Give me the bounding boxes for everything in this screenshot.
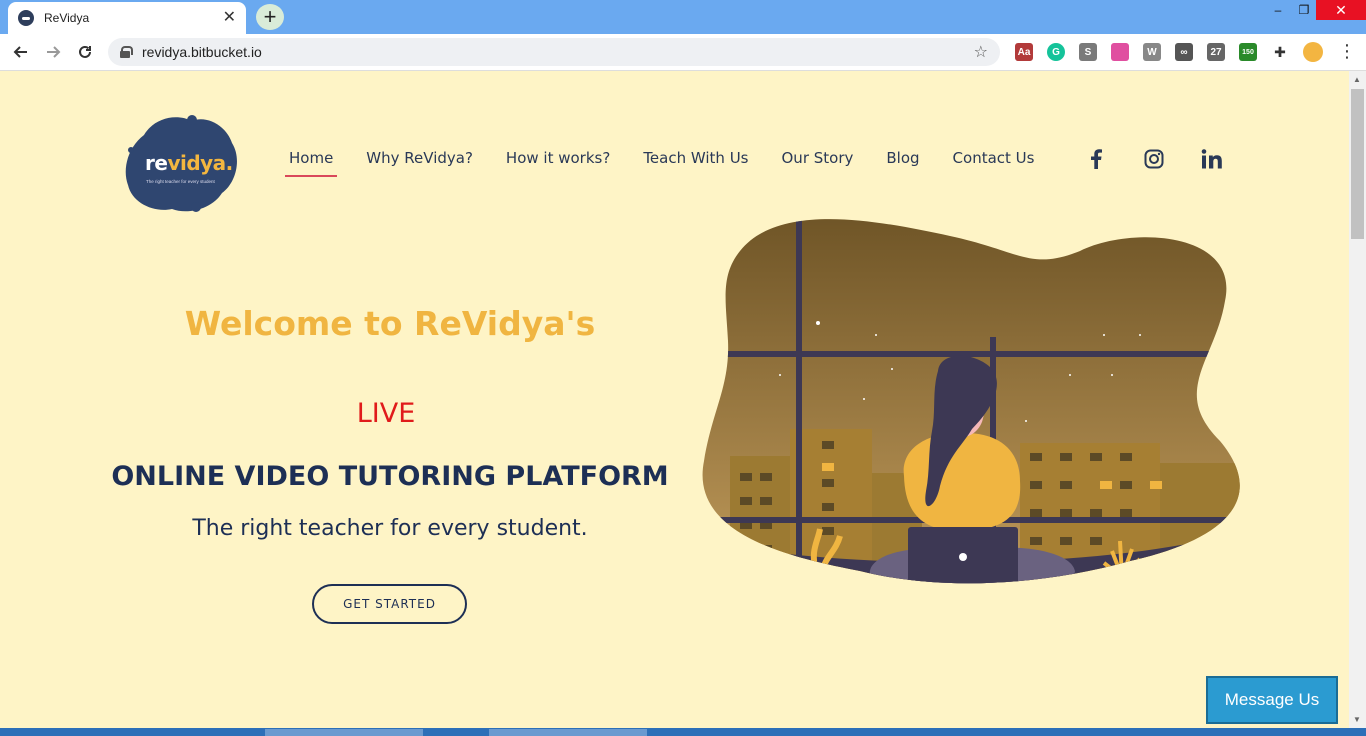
hero-platform-heading: ONLINE VIDEO TUTORING PLATFORM bbox=[111, 461, 669, 492]
taskbar-item[interactable] bbox=[265, 729, 423, 736]
scrollbar-thumb[interactable] bbox=[1351, 89, 1364, 239]
tab-title: ReVidya bbox=[44, 11, 90, 25]
message-us-button[interactable]: Message Us bbox=[1206, 676, 1338, 724]
browser-tab-revidya[interactable]: ReVidya ✕ bbox=[8, 2, 246, 34]
logo-word-vidya: vidya. bbox=[167, 151, 233, 175]
logo-tagline: The right teacher for every student bbox=[146, 179, 215, 184]
nav-contact-us[interactable]: Contact Us bbox=[953, 149, 1035, 173]
scroll-down-arrow-icon[interactable]: ▼ bbox=[1353, 715, 1361, 724]
nav-how-it-works[interactable]: How it works? bbox=[506, 149, 610, 173]
main-navigation: Home Why ReVidya? How it works? Teach Wi… bbox=[284, 149, 1067, 177]
linkedin-icon[interactable] bbox=[1200, 147, 1224, 171]
nav-home[interactable]: Home bbox=[284, 149, 338, 177]
hero-subtitle: The right teacher for every student. bbox=[192, 516, 588, 541]
get-started-button[interactable]: GET STARTED bbox=[312, 584, 467, 624]
back-arrow-icon[interactable] bbox=[8, 40, 34, 64]
new-tab-button[interactable]: + bbox=[256, 4, 284, 30]
url-text[interactable]: revidya.bitbucket.io bbox=[142, 44, 974, 60]
nav-teach-with-us[interactable]: Teach With Us bbox=[643, 149, 748, 173]
logo-word-re: re bbox=[145, 151, 168, 175]
browser-titlebar: ReVidya ✕ + – ❐ ✕ bbox=[0, 0, 1366, 34]
lock-icon[interactable] bbox=[120, 46, 133, 58]
nav-our-story[interactable]: Our Story bbox=[782, 149, 854, 173]
instagram-icon[interactable] bbox=[1142, 147, 1166, 171]
nav-blog[interactable]: Blog bbox=[886, 149, 919, 173]
grammarly-icon[interactable]: G bbox=[1047, 43, 1065, 61]
hero-welcome-heading: Welcome to ReVidya's bbox=[184, 304, 596, 343]
hero-live-label: LIVE bbox=[356, 398, 416, 429]
nav-why-revidya[interactable]: Why ReVidya? bbox=[366, 149, 473, 173]
close-window-button[interactable]: ✕ bbox=[1316, 0, 1366, 20]
facebook-icon[interactable] bbox=[1084, 147, 1108, 171]
address-bar[interactable]: revidya.bitbucket.io ☆ bbox=[108, 38, 1000, 66]
puzzle-icon[interactable]: ✚ bbox=[1271, 43, 1289, 61]
glasses-icon[interactable]: ∞ bbox=[1175, 43, 1193, 61]
calendar-icon[interactable]: 27 bbox=[1207, 43, 1225, 61]
revidya-page: revidya. The right teacher for every stu… bbox=[0, 71, 1349, 728]
forward-arrow-icon[interactable] bbox=[40, 40, 66, 64]
acrobat-icon[interactable]: Aa bbox=[1015, 43, 1033, 61]
colorgrid-icon[interactable] bbox=[1111, 43, 1129, 61]
revidya-logo[interactable]: revidya. The right teacher for every stu… bbox=[124, 113, 240, 217]
counter-icon[interactable]: 150 bbox=[1239, 43, 1257, 61]
s-extension-icon[interactable]: S bbox=[1079, 43, 1097, 61]
close-tab-icon[interactable]: ✕ bbox=[223, 10, 236, 26]
browser-toolbar: revidya.bitbucket.io ☆ Aa G S W ∞ 27 150 ✚ ⋮ bbox=[0, 34, 1366, 71]
wordpress-icon[interactable]: W bbox=[1143, 43, 1161, 61]
page-scrollbar[interactable]: ▲ ▼ bbox=[1349, 71, 1366, 728]
profile-avatar-icon[interactable] bbox=[1303, 42, 1323, 62]
taskbar-item[interactable] bbox=[489, 729, 647, 736]
bookmark-star-icon[interactable]: ☆ bbox=[974, 42, 988, 62]
scroll-up-arrow-icon[interactable]: ▲ bbox=[1353, 75, 1361, 84]
revidya-favicon-icon bbox=[18, 10, 34, 26]
windows-taskbar bbox=[0, 728, 1366, 736]
hero-illustration bbox=[700, 211, 1245, 586]
browser-menu-icon[interactable]: ⋮ bbox=[1338, 42, 1356, 60]
reload-icon[interactable] bbox=[72, 40, 98, 64]
